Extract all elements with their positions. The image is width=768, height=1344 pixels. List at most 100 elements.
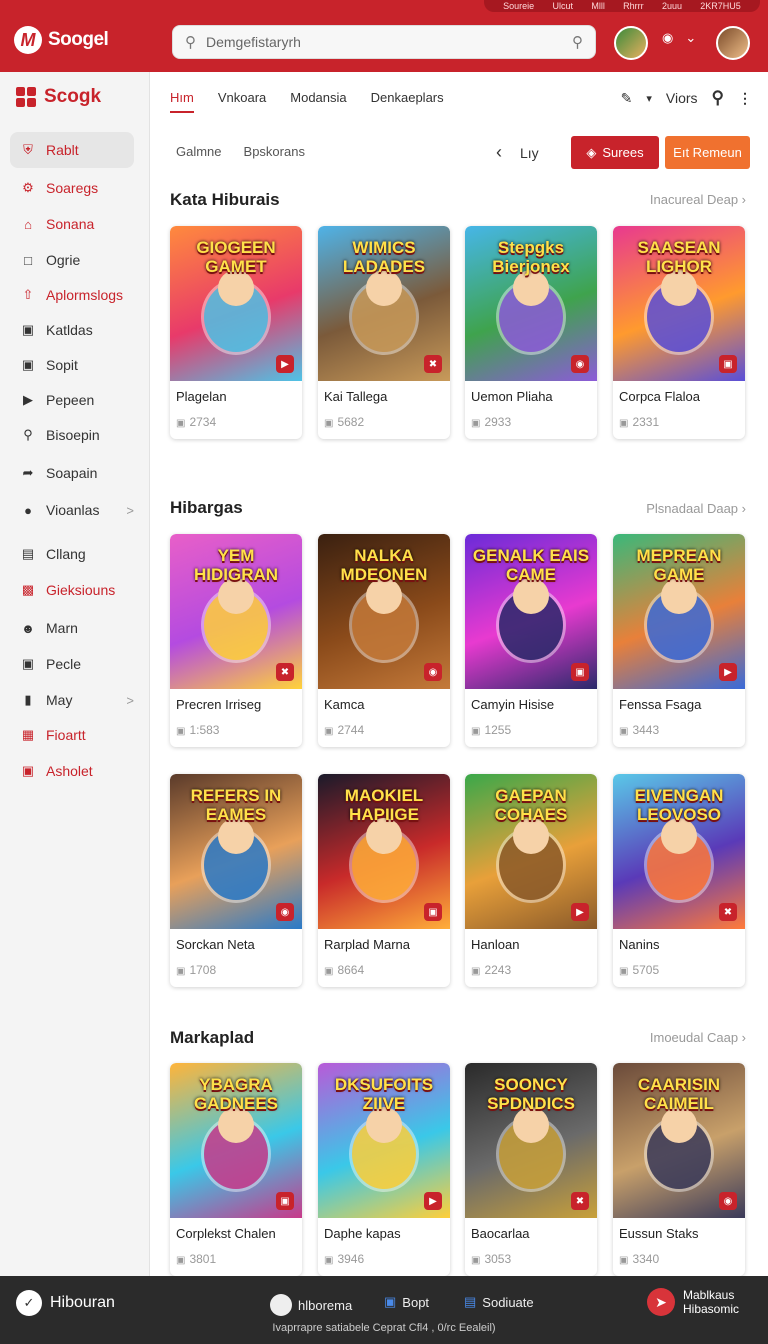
- app-logo[interactable]: M Soogel: [14, 26, 109, 54]
- bottom-home-button[interactable]: ✓ Hibouran: [16, 1290, 115, 1316]
- game-card[interactable]: YBAGRA GADNEES ▣ Corplekst Chalen ▣ 3801: [170, 1063, 302, 1276]
- game-title[interactable]: Corpca Flaloa: [619, 389, 700, 404]
- game-card[interactable]: DKSUFOITS ZIIVE ▶ Daphe kapas ▣ 3946: [318, 1063, 450, 1276]
- surees-button[interactable]: ◈ Surees: [571, 136, 659, 169]
- game-thumbnail[interactable]: GENALK EAIS CAME ▣: [465, 534, 597, 689]
- game-title[interactable]: Daphe kapas: [324, 1226, 401, 1241]
- game-thumbnail[interactable]: WIMICS LADADES ✖: [318, 226, 450, 381]
- game-thumbnail[interactable]: EIVENGAN LEOVOSO ✖: [613, 774, 745, 929]
- bottom-item-hlborema[interactable]: hlborema: [270, 1294, 352, 1316]
- game-title[interactable]: Hanloan: [471, 937, 519, 952]
- game-card[interactable]: MEPREAN GAME ▶ Fenssa Fsaga ▣ 3443: [613, 534, 745, 747]
- bell-icon[interactable]: ◉: [662, 30, 673, 46]
- sidebar-item-aplormslogs[interactable]: ⇧ Aplormslogs: [10, 277, 134, 313]
- sidebar-item-fioartt[interactable]: ▦ Fioartt: [10, 717, 134, 753]
- top-strip-item[interactable]: Ulcut: [553, 1, 574, 11]
- sidebar-item-may[interactable]: ▮ May >: [10, 682, 134, 718]
- bottom-profile[interactable]: ➤ Mablkaus Hibasomic: [647, 1288, 739, 1316]
- sidebar-item-ogrie[interactable]: □ Ogrie: [10, 242, 134, 278]
- game-title[interactable]: Plagelan: [176, 389, 227, 404]
- game-title[interactable]: Rarplad Marna: [324, 937, 410, 952]
- sidebar-item-pecle[interactable]: ▣ Pecle: [10, 646, 134, 682]
- game-card[interactable]: EIVENGAN LEOVOSO ✖ Nanins ▣ 5705: [613, 774, 745, 987]
- sidebar-item-soaregs[interactable]: ⚙ Soaregs: [10, 170, 134, 206]
- pager-label[interactable]: Lıy: [520, 145, 539, 161]
- sidebar-item-cllang[interactable]: ▤ Cllang: [10, 536, 134, 572]
- game-thumbnail[interactable]: GAEPAN COHAES ▶: [465, 774, 597, 929]
- game-card[interactable]: REFERS IN EAMES ◉ Sorckan Neta ▣ 1708: [170, 774, 302, 987]
- chevron-down-icon[interactable]: ▾: [646, 92, 652, 105]
- chevron-down-icon[interactable]: ⌄: [685, 30, 696, 46]
- edit-icon[interactable]: ✎: [621, 90, 633, 107]
- search-bar[interactable]: ⚲ Demgefistaryrh ⚲: [172, 25, 596, 59]
- game-title[interactable]: Eussun Staks: [619, 1226, 699, 1241]
- game-title[interactable]: Kamca: [324, 697, 364, 712]
- search-input[interactable]: Demgefistaryrh: [206, 34, 572, 50]
- section-more-link[interactable]: Plsnadaal Daap ›: [646, 501, 746, 516]
- top-strip-item[interactable]: Rhrrr: [623, 1, 644, 11]
- top-strip-item[interactable]: Soureie: [503, 1, 534, 11]
- avatar[interactable]: [614, 26, 648, 60]
- game-thumbnail[interactable]: MAOKIEL HAPIIGE ▣: [318, 774, 450, 929]
- tab-denkaeplars[interactable]: Denkaeplars: [371, 90, 444, 113]
- sidebar-item-gieksiouns[interactable]: ▩ Gieksiouns: [10, 572, 134, 608]
- game-thumbnail[interactable]: YEM HIDIGRAN ✖: [170, 534, 302, 689]
- sidebar-item-sopit[interactable]: ▣ Sopit: [10, 347, 134, 383]
- sidebar-item-soapain[interactable]: ➦ Soapain: [10, 455, 134, 491]
- sidebar-brand[interactable]: Scogk: [16, 86, 101, 108]
- game-thumbnail[interactable]: Stepgks Bierjonex ◉: [465, 226, 597, 381]
- game-title[interactable]: Camyin Hisise: [471, 697, 554, 712]
- game-title[interactable]: Precren Irriseg: [176, 697, 261, 712]
- search-icon[interactable]: ⚲: [712, 88, 724, 108]
- game-title[interactable]: Fenssa Fsaga: [619, 697, 701, 712]
- game-thumbnail[interactable]: REFERS IN EAMES ◉: [170, 774, 302, 929]
- sidebar-item-bisoepin[interactable]: ⚲ Bisoepin: [10, 417, 134, 453]
- game-thumbnail[interactable]: MEPREAN GAME ▶: [613, 534, 745, 689]
- game-thumbnail[interactable]: YBAGRA GADNEES ▣: [170, 1063, 302, 1218]
- views-label[interactable]: Viors: [666, 90, 698, 106]
- top-strip-item[interactable]: Mlll: [591, 1, 605, 11]
- game-card[interactable]: NALKA MDEONEN ◉ Kamca ▣ 2744: [318, 534, 450, 747]
- sidebar-item-asholet[interactable]: ▣ Asholet: [10, 753, 134, 789]
- game-thumbnail[interactable]: SOONCY SPDNDICS ✖: [465, 1063, 597, 1218]
- game-title[interactable]: Baocarlaa: [471, 1226, 530, 1241]
- tab-home[interactable]: Hım: [170, 90, 194, 113]
- game-title[interactable]: Corplekst Chalen: [176, 1226, 276, 1241]
- top-strip-item[interactable]: 2KR7HU5: [700, 1, 741, 11]
- game-card[interactable]: GENALK EAIS CAME ▣ Camyin Hisise ▣ 1255: [465, 534, 597, 747]
- sidebar-item-vioanlas[interactable]: ● Vioanlas >: [10, 492, 134, 528]
- game-title[interactable]: Nanins: [619, 937, 659, 952]
- game-card[interactable]: GAEPAN COHAES ▶ Hanloan ▣ 2243: [465, 774, 597, 987]
- sidebar-item-katldas[interactable]: ▣ Katldas: [10, 312, 134, 348]
- tab-vnkoara[interactable]: Vnkoara: [218, 90, 266, 113]
- bottom-item-bopt[interactable]: ▣ Bopt: [384, 1294, 429, 1310]
- sidebar-item-marn[interactable]: ☻ Marn: [10, 610, 134, 646]
- section-more-link[interactable]: Inacureal Deap ›: [650, 192, 746, 207]
- game-card[interactable]: SOONCY SPDNDICS ✖ Baocarlaa ▣ 3053: [465, 1063, 597, 1276]
- chevron-left-icon[interactable]: ‹: [496, 142, 502, 163]
- game-thumbnail[interactable]: GIOGEEN GAMET ▶: [170, 226, 302, 381]
- game-card[interactable]: SAASEAN LIGHOR ▣ Corpca Flaloa ▣ 2331: [613, 226, 745, 439]
- game-thumbnail[interactable]: SAASEAN LIGHOR ▣: [613, 226, 745, 381]
- tab-modansia[interactable]: Modansia: [290, 90, 346, 113]
- sub-tab-galmne[interactable]: Galmne: [176, 144, 222, 159]
- section-more-link[interactable]: Imoeudal Caap ›: [650, 1030, 746, 1045]
- game-card[interactable]: WIMICS LADADES ✖ Kai Tallega ▣ 5682: [318, 226, 450, 439]
- search-submit-icon[interactable]: ⚲: [572, 33, 583, 51]
- remeun-button[interactable]: Eıt Remeun: [665, 136, 750, 169]
- game-card[interactable]: YEM HIDIGRAN ✖ Precren Irriseg ▣ 1:583: [170, 534, 302, 747]
- sidebar-item-sonana[interactable]: ⌂ Sonana: [10, 206, 134, 242]
- game-title[interactable]: Kai Tallega: [324, 389, 387, 404]
- game-thumbnail[interactable]: CAARISIN CAIMEIL ◉: [613, 1063, 745, 1218]
- game-thumbnail[interactable]: DKSUFOITS ZIIVE ▶: [318, 1063, 450, 1218]
- bottom-item-sodiuate[interactable]: ▤ Sodiuate: [464, 1294, 534, 1310]
- game-card[interactable]: GIOGEEN GAMET ▶ Plagelan ▣ 2734: [170, 226, 302, 439]
- game-thumbnail[interactable]: NALKA MDEONEN ◉: [318, 534, 450, 689]
- top-strip-item[interactable]: 2uuu: [662, 1, 682, 11]
- sub-tab-bpskorans[interactable]: Bpskorans: [244, 144, 305, 159]
- sidebar-item-pepeen[interactable]: ▶ Pepeen: [10, 382, 134, 418]
- more-menu-icon[interactable]: ⋮: [738, 90, 752, 107]
- game-card[interactable]: Stepgks Bierjonex ◉ Uemon Pliaha ▣ 2933: [465, 226, 597, 439]
- game-title[interactable]: Sorckan Neta: [176, 937, 255, 952]
- user-avatar[interactable]: [716, 26, 750, 60]
